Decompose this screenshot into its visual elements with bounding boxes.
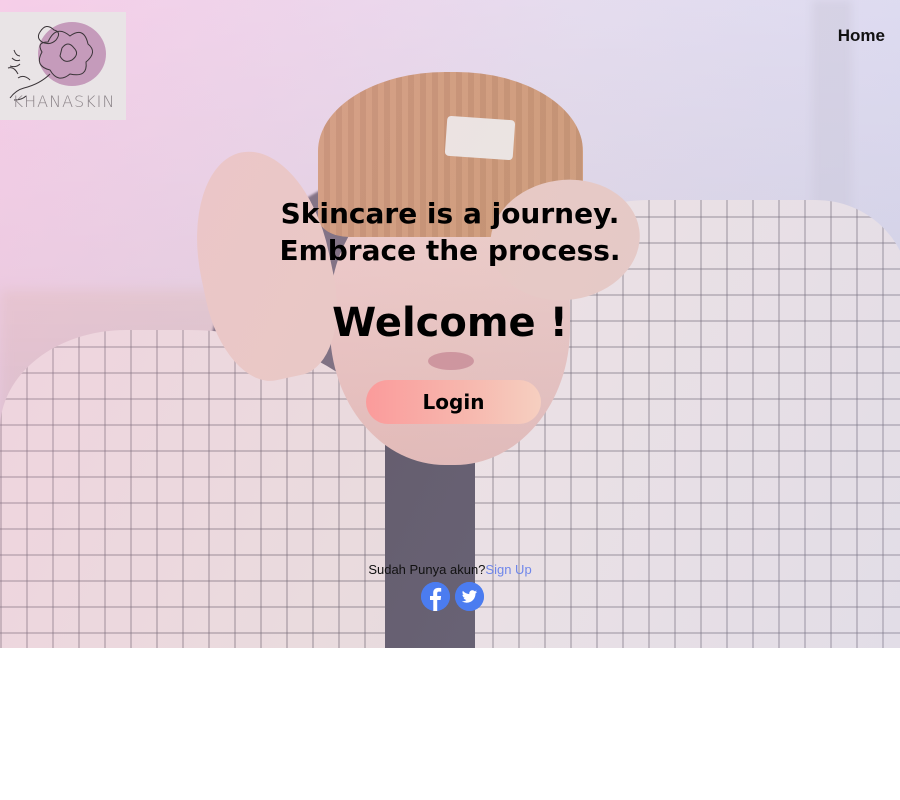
signup-question: Sudah Punya akun? [368,562,486,577]
logo-wordmark: KHANASKIN [12,92,116,111]
twitter-icon[interactable] [455,582,484,611]
nav-home-link[interactable]: Home [838,26,885,46]
signup-link[interactable]: Sign Up [485,562,531,577]
brand-logo[interactable]: KHANASKIN [0,12,126,120]
welcome-heading: Welcome ! [332,300,568,346]
social-links [421,582,484,611]
signup-prompt: Sudah Punya akun?Sign Up [0,562,900,577]
login-button[interactable]: Login [366,380,541,424]
facebook-icon[interactable] [421,582,450,611]
tagline-line-1: Skincare is a journey. [280,197,620,230]
hero-tagline: Skincare is a journey. Embrace the proce… [0,195,900,269]
tagline-line-2: Embrace the process. [279,234,621,267]
